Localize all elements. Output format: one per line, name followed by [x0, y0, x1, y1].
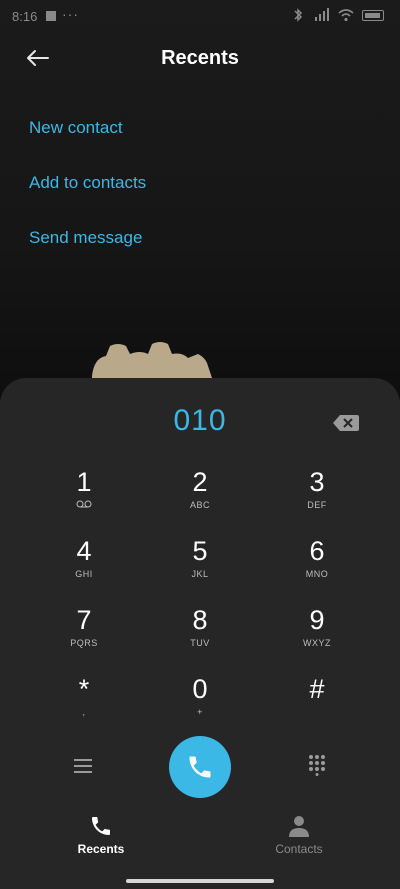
key-4[interactable]: 4 GHI [24, 536, 144, 600]
key-star[interactable]: * , [24, 674, 144, 738]
key-digit: 2 [192, 467, 208, 497]
key-6[interactable]: 6 MNO [257, 536, 377, 600]
status-time: 8:16 [12, 9, 38, 24]
key-8[interactable]: 8 TUV [140, 605, 260, 669]
key-letters: PQRS [70, 638, 98, 648]
add-to-contacts-link[interactable]: Add to contacts [29, 173, 146, 193]
key-hash[interactable]: # [257, 674, 377, 738]
tab-contacts-label: Contacts [275, 842, 323, 856]
home-indicator[interactable] [126, 879, 274, 883]
key-digit: * [78, 674, 90, 704]
bluetooth-icon [294, 8, 303, 22]
key-digit: 8 [192, 605, 208, 635]
key-digit: 6 [309, 536, 325, 566]
menu-icon[interactable] [72, 756, 94, 776]
key-letters: DEF [307, 500, 327, 510]
key-letters: WXYZ [303, 638, 331, 648]
key-digit: 1 [76, 467, 92, 497]
battery-icon [362, 9, 384, 21]
key-letters: + [197, 707, 203, 717]
key-digit: 4 [76, 536, 92, 566]
more-notifications-icon: ··· [62, 6, 79, 22]
keypad-icon[interactable] [306, 754, 328, 776]
key-9[interactable]: 9 WXYZ [257, 605, 377, 669]
key-7[interactable]: 7 PQRS [24, 605, 144, 669]
signal-icon [315, 8, 329, 21]
key-letters: JKL [191, 569, 209, 579]
key-letters: MNO [305, 569, 329, 579]
key-letters: GHI [75, 569, 93, 579]
backspace-icon[interactable] [332, 413, 360, 433]
key-digit: 5 [192, 536, 208, 566]
key-3[interactable]: 3 DEF [257, 467, 377, 531]
key-digit: 7 [76, 605, 92, 635]
key-digit: 9 [309, 605, 325, 635]
key-letters: , [82, 707, 86, 717]
key-letters: TUV [190, 638, 210, 648]
key-digit: 0 [192, 674, 208, 704]
key-letters: ABC [189, 500, 210, 510]
new-contact-link[interactable]: New contact [29, 118, 123, 138]
key-digit: 3 [309, 467, 325, 497]
phone-icon [189, 756, 211, 778]
status-icons [290, 8, 384, 22]
tab-recents-label: Recents [77, 842, 125, 856]
person-icon [289, 816, 309, 837]
wifi-icon [338, 9, 354, 22]
phone-icon [92, 817, 110, 835]
key-2[interactable]: 2 ABC [140, 467, 260, 531]
voicemail-icon [76, 500, 92, 508]
key-5[interactable]: 5 JKL [140, 536, 260, 600]
tab-recents[interactable]: Recents [46, 814, 156, 856]
send-message-link[interactable]: Send message [29, 228, 142, 248]
tab-contacts[interactable]: Contacts [244, 814, 354, 856]
call-button[interactable] [169, 736, 231, 798]
key-0[interactable]: 0 + [140, 674, 260, 738]
notification-icon [46, 11, 56, 21]
key-1[interactable]: 1 [24, 467, 144, 531]
page-title: Recents [161, 47, 239, 69]
key-digit: # [309, 674, 325, 704]
status-bar: 8:16 ··· [0, 0, 400, 36]
